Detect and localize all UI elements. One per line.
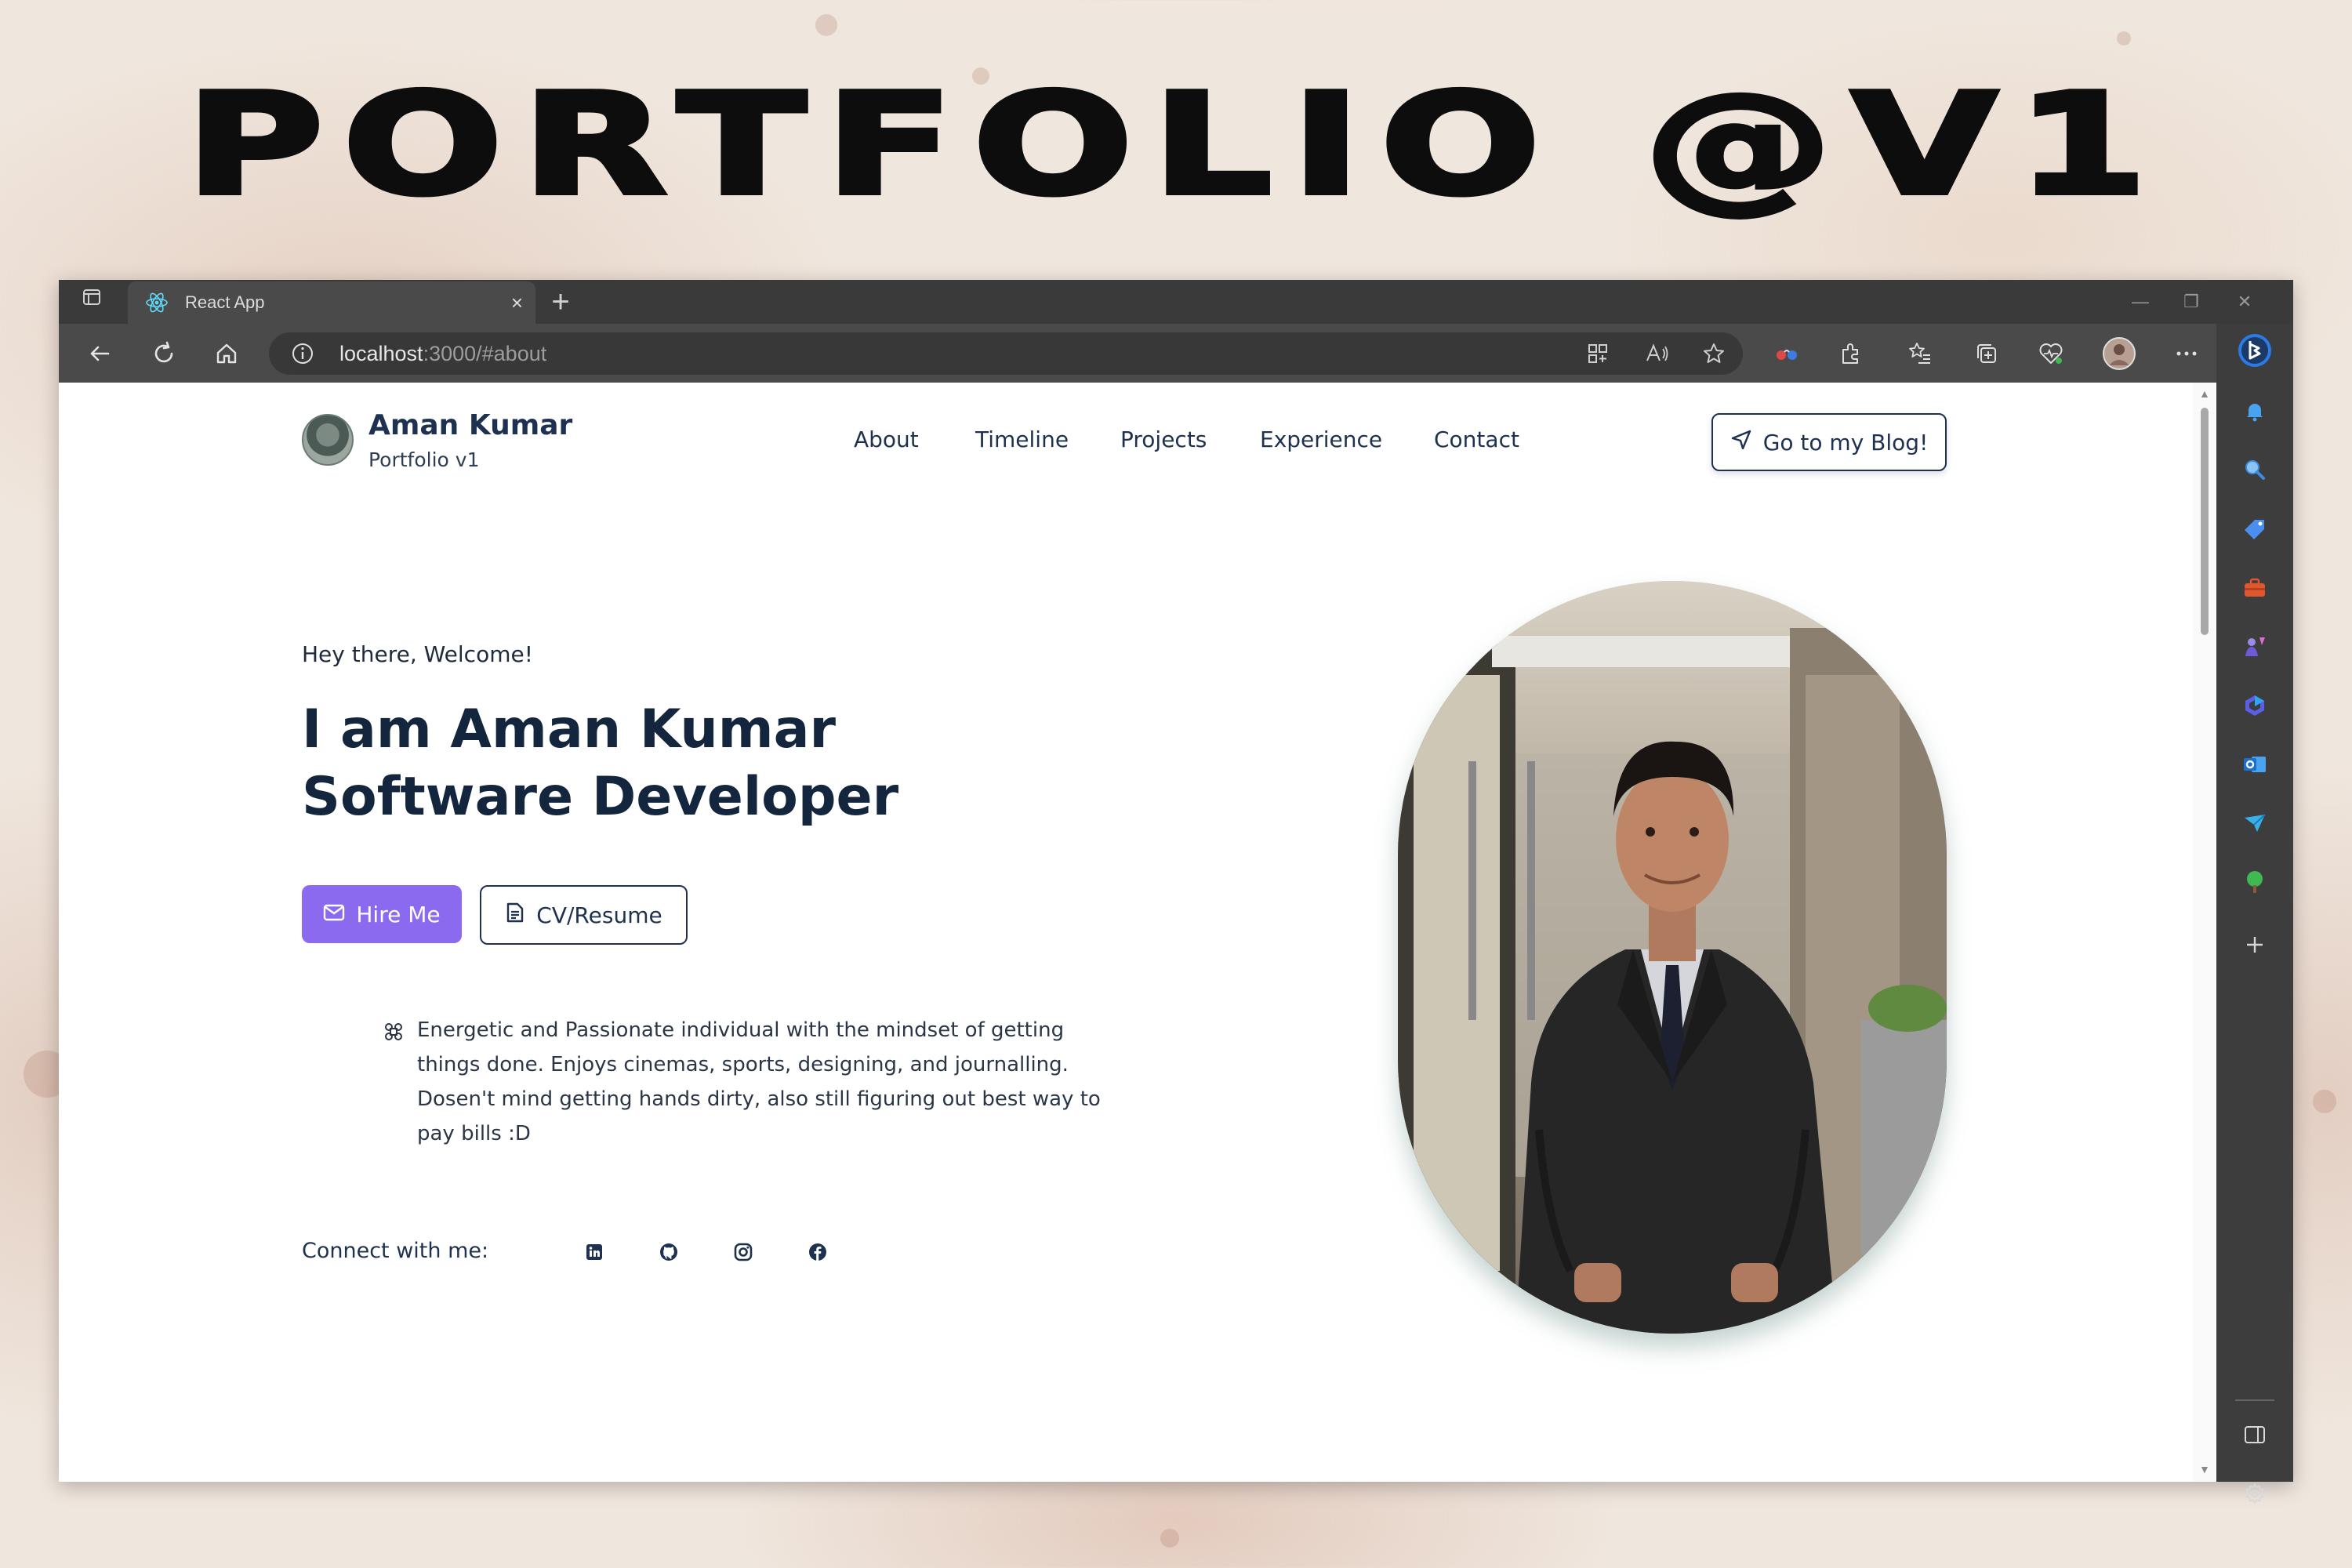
extensions-puzzle-icon[interactable] <box>1832 335 1870 372</box>
minimize-icon[interactable]: — <box>2125 280 2156 324</box>
site-info-icon[interactable] <box>291 342 314 369</box>
close-window-icon[interactable]: ✕ <box>2229 280 2260 324</box>
tab-react-app[interactable]: React App × <box>128 281 535 324</box>
document-icon <box>505 902 525 929</box>
nav-projects[interactable]: Projects <box>1120 426 1207 452</box>
headline-line-1: I am Aman Kumar <box>302 699 837 760</box>
address-bar[interactable]: localhost:3000/#about <box>269 332 1743 375</box>
address-toolbar: localhost:3000/#about <box>59 324 2293 383</box>
refresh-icon[interactable] <box>145 335 183 372</box>
tab-close-icon[interactable]: × <box>511 281 523 324</box>
url-host: localhost <box>339 342 423 365</box>
sidebar-divider <box>2235 1399 2274 1401</box>
paper-speck <box>815 14 837 36</box>
cv-resume-label: CV/Resume <box>536 902 662 928</box>
extension-glasses-icon[interactable] <box>1768 335 1806 372</box>
home-icon[interactable] <box>208 335 245 372</box>
add-sidebar-app-icon[interactable] <box>2238 927 2272 962</box>
drop-send-icon[interactable] <box>2238 806 2272 840</box>
shopping-tag-icon[interactable] <box>2238 512 2272 546</box>
restore-icon[interactable]: ❐ <box>2176 280 2207 324</box>
cv-resume-button[interactable]: CV/Resume <box>480 885 688 945</box>
brand-name[interactable]: Aman Kumar <box>368 409 572 441</box>
tree-icon[interactable] <box>2238 865 2272 899</box>
microsoft-365-icon[interactable] <box>2238 688 2272 723</box>
facebook-icon[interactable] <box>804 1239 831 1265</box>
nav-experience[interactable]: Experience <box>1260 426 1382 452</box>
nav-contact[interactable]: Contact <box>1434 426 1519 452</box>
paper-speck <box>2313 1090 2336 1113</box>
hire-me-label: Hire Me <box>356 901 441 927</box>
outlook-icon[interactable] <box>2238 747 2272 782</box>
go-to-blog-button[interactable]: Go to my Blog! <box>1711 413 1947 471</box>
new-tab-button[interactable]: + <box>545 280 576 324</box>
command-icon <box>383 1022 404 1046</box>
paper-speck <box>1160 1529 1179 1548</box>
url-text: localhost:3000/#about <box>339 332 546 375</box>
scroll-up-icon[interactable]: ▲ <box>2199 387 2210 400</box>
tab-title: React App <box>185 292 265 312</box>
tab-bar: React App × + — ❐ ✕ <box>59 280 2293 324</box>
read-aloud-icon[interactable] <box>1645 342 1670 369</box>
nav-about[interactable]: About <box>854 426 919 452</box>
github-icon[interactable] <box>655 1239 682 1265</box>
sidebar-settings-gear-icon[interactable] <box>2238 1476 2272 1511</box>
brand-subtitle: Portfolio v1 <box>368 448 480 471</box>
go-to-blog-label: Go to my Blog! <box>1762 429 1929 456</box>
paper-speck <box>2117 31 2131 45</box>
url-path: :3000/#about <box>423 342 547 365</box>
profile-photo <box>1398 581 1947 1334</box>
bing-copilot-icon[interactable] <box>2238 333 2272 368</box>
browser-window: React App × + — ❐ ✕ localhost:3000/#abou… <box>59 280 2293 1504</box>
hide-sidebar-icon[interactable] <box>2238 1417 2272 1452</box>
app-available-icon[interactable] <box>1586 342 1610 369</box>
react-logo-icon <box>145 291 169 318</box>
mail-icon <box>323 902 345 927</box>
tab-actions-icon[interactable] <box>76 280 107 324</box>
scrollbar-thumb[interactable] <box>2201 408 2209 635</box>
browser-essentials-icon[interactable] <box>2032 335 2070 372</box>
favorite-star-icon[interactable] <box>1702 342 1726 369</box>
tools-briefcase-icon[interactable] <box>2238 571 2272 605</box>
hire-me-button[interactable]: Hire Me <box>302 885 462 943</box>
back-icon[interactable] <box>81 335 118 372</box>
hero-bio: Energetic and Passionate individual with… <box>417 1018 1101 1145</box>
notification-bell-icon[interactable] <box>2238 394 2272 428</box>
profile-photo-illustration <box>1398 581 1947 1334</box>
connect-label: Connect with me: <box>302 1239 489 1263</box>
instagram-icon[interactable] <box>730 1239 757 1265</box>
brand-avatar <box>302 414 354 466</box>
nav-timeline[interactable]: Timeline <box>975 426 1069 452</box>
profile-avatar-icon[interactable] <box>2100 335 2138 372</box>
collections-icon[interactable] <box>1968 335 2005 372</box>
scroll-down-icon[interactable]: ▼ <box>2199 1463 2210 1475</box>
more-options-icon[interactable] <box>2168 335 2205 372</box>
favorites-list-icon[interactable] <box>1901 335 1939 372</box>
search-icon[interactable] <box>2238 452 2272 487</box>
linkedin-icon[interactable] <box>581 1239 608 1265</box>
headline-line-2: Software Developer <box>302 766 899 828</box>
hero-greeting: Hey there, Welcome! <box>302 641 533 667</box>
page-scrollbar[interactable]: ▲ ▼ <box>2193 383 2216 1482</box>
hero-headline: I am Aman Kumar Software Developer <box>302 696 898 831</box>
games-icon[interactable] <box>2238 630 2272 664</box>
edge-sidebar <box>2216 324 2293 1504</box>
banner-title: PORTFOLIO @V1 <box>183 64 2167 226</box>
page-viewport: Aman Kumar Portfolio v1 About Timeline P… <box>59 383 2216 1482</box>
send-arrow-icon <box>1730 429 1752 456</box>
